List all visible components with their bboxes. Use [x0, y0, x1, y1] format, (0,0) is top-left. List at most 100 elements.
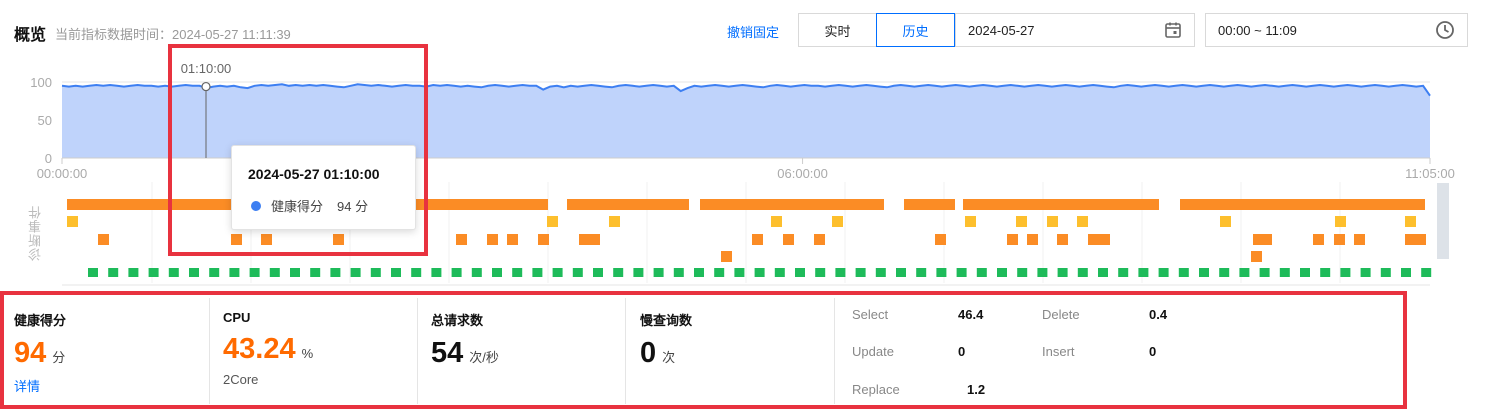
event-square [1421, 268, 1432, 277]
event-square [1158, 268, 1169, 277]
event-square [1017, 268, 1028, 277]
event-square [1335, 216, 1346, 227]
event-square [714, 268, 725, 277]
clock-icon [1436, 21, 1454, 39]
event-bar [963, 199, 1159, 210]
event-square [1178, 268, 1189, 277]
y-tick-label: 50 [38, 113, 52, 128]
event-square [249, 268, 260, 277]
event-square [1251, 251, 1262, 262]
event-square [67, 216, 78, 227]
event-square [1057, 268, 1068, 277]
event-square [835, 268, 846, 277]
event-square [330, 268, 341, 277]
event-square [1077, 268, 1088, 277]
event-square [579, 234, 590, 245]
highlight-frame-metrics [0, 291, 1407, 409]
y-tick-label: 0 [45, 151, 52, 166]
event-square [1057, 234, 1068, 245]
event-square [1380, 268, 1391, 277]
event-square [350, 268, 361, 277]
page-title: 概览 [14, 27, 47, 44]
event-square [310, 268, 321, 277]
event-square [814, 234, 825, 245]
event-scrollbar [1437, 183, 1449, 259]
unpin-link[interactable]: 撤销固定 [727, 22, 779, 41]
event-square [916, 268, 927, 277]
event-square [391, 268, 401, 277]
event-square [609, 216, 620, 227]
event-square [229, 268, 240, 277]
event-square [1334, 234, 1345, 245]
event-square [431, 268, 442, 277]
event-square [1077, 216, 1088, 227]
event-square [875, 268, 886, 277]
event-square [976, 268, 987, 277]
event-square [128, 268, 139, 277]
event-square [168, 268, 179, 277]
event-square [538, 234, 549, 245]
event-square [589, 234, 600, 245]
event-square [547, 216, 558, 227]
history-button[interactable]: 历史 [876, 13, 955, 47]
event-square [832, 216, 843, 227]
event-square [734, 268, 745, 277]
event-square [1360, 268, 1371, 277]
realtime-button[interactable]: 实时 [798, 13, 877, 47]
event-square [209, 268, 220, 277]
x-tick-label: 00:00:00 [37, 166, 88, 181]
event-square [456, 234, 467, 245]
event-square [613, 268, 624, 277]
time-range-picker[interactable]: 00:00 ~ 11:09 [1205, 13, 1468, 47]
event-square [1405, 234, 1416, 245]
event-square [653, 268, 664, 277]
calendar-icon [1165, 22, 1181, 38]
event-square [1118, 268, 1129, 277]
event-square [98, 234, 109, 245]
event-square [290, 268, 300, 277]
event-square [1313, 234, 1324, 245]
date-picker[interactable]: 2024-05-27 [955, 13, 1195, 47]
event-square [936, 268, 947, 277]
event-square [956, 268, 967, 277]
event-square [593, 268, 603, 277]
event-bar [567, 199, 689, 210]
event-square [771, 216, 782, 227]
event-square [189, 268, 199, 277]
event-square [148, 268, 159, 277]
event-square [370, 268, 381, 277]
event-square [1199, 268, 1209, 277]
x-tick-label: 06:00:00 [777, 166, 828, 181]
event-square [673, 268, 684, 277]
event-square [1261, 234, 1272, 245]
event-square [1415, 234, 1426, 245]
event-square [1320, 268, 1331, 277]
event-square [1016, 216, 1027, 227]
event-square [487, 234, 498, 245]
event-square [1219, 268, 1230, 277]
event-square [795, 268, 805, 277]
event-square [754, 268, 765, 277]
event-bar [904, 199, 955, 210]
event-square [1047, 216, 1058, 227]
event-square [997, 268, 1007, 277]
event-bar [700, 199, 884, 210]
time-range-value: 00:00 ~ 11:09 [1218, 22, 1297, 38]
data-time-label: 当前指标数据时间：2024-05-27 11:11:39 [55, 27, 291, 42]
event-square [1259, 268, 1270, 277]
event-square [269, 268, 280, 277]
event-square [896, 268, 906, 277]
event-square [512, 268, 523, 277]
event-square [507, 234, 518, 245]
event-square [1220, 216, 1231, 227]
event-square [855, 268, 866, 277]
highlight-frame-chart [168, 44, 428, 256]
event-square [721, 251, 732, 262]
event-square [471, 268, 482, 277]
event-square [532, 268, 543, 277]
event-square [492, 268, 502, 277]
event-square [1138, 268, 1149, 277]
event-square [815, 268, 826, 277]
date-value: 2024-05-27 [968, 22, 1035, 38]
event-square [774, 268, 785, 277]
